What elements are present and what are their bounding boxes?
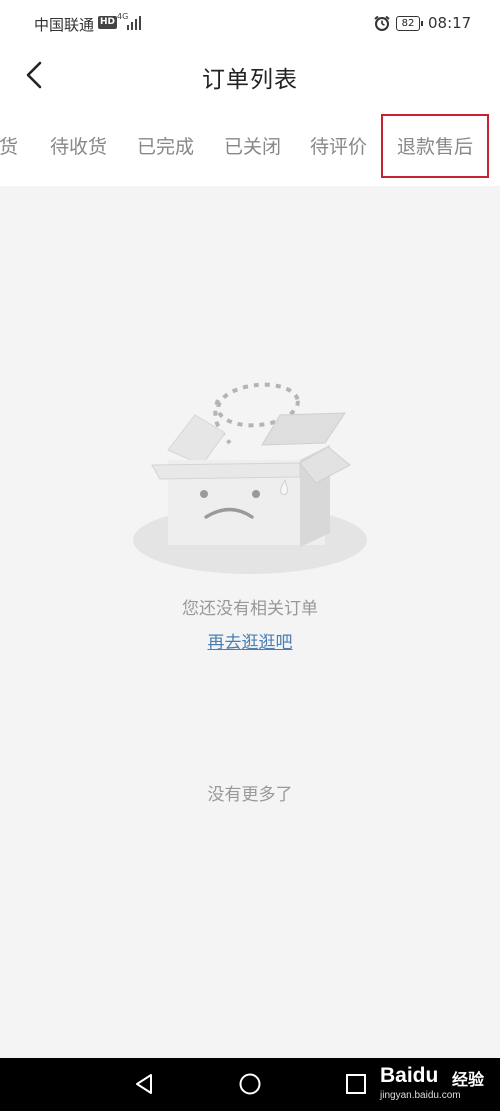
watermark-url: jingyan.baidu.com: [380, 1090, 461, 1101]
clock: 08:17: [428, 14, 472, 32]
watermark-label: 经验: [452, 1070, 485, 1089]
alarm-icon: [374, 15, 390, 31]
triangle-back-icon[interactable]: [132, 1072, 156, 1096]
carrier-name: 中国联通: [34, 16, 95, 34]
tab-highlight-box: [381, 114, 489, 178]
no-more-text: 没有更多了: [207, 785, 293, 805]
tab-closed[interactable]: 已关闭: [224, 132, 281, 159]
status-bar: 中国联通 HD 4G 82 08:17: [0, 0, 500, 46]
tab-to-ship[interactable]: 发货: [0, 132, 18, 159]
tab-to-review[interactable]: 待评价: [310, 132, 367, 159]
go-shopping-link[interactable]: 再去逛逛吧: [0, 628, 500, 653]
square-recents-icon[interactable]: [344, 1072, 368, 1096]
baidu-watermark: Baidu 经验 jingyan.baidu.com: [380, 1062, 496, 1106]
header-bar: 订单列表: [0, 46, 500, 104]
watermark-brand: Baidu: [380, 1064, 439, 1087]
tab-to-receive[interactable]: 待收货: [50, 132, 107, 159]
order-status-tabs: 发货 待收货 已完成 已关闭 待评价 退款售后: [0, 104, 500, 186]
empty-message: 您还没有相关订单: [182, 599, 318, 619]
page-title: 订单列表: [202, 67, 298, 93]
tab-completed[interactable]: 已完成: [137, 132, 194, 159]
empty-box-icon: [133, 382, 367, 574]
battery-icon: 82: [396, 16, 423, 31]
hd-badge: HD: [98, 16, 118, 29]
circle-home-icon[interactable]: [238, 1072, 262, 1096]
signal-icon: [127, 16, 141, 30]
